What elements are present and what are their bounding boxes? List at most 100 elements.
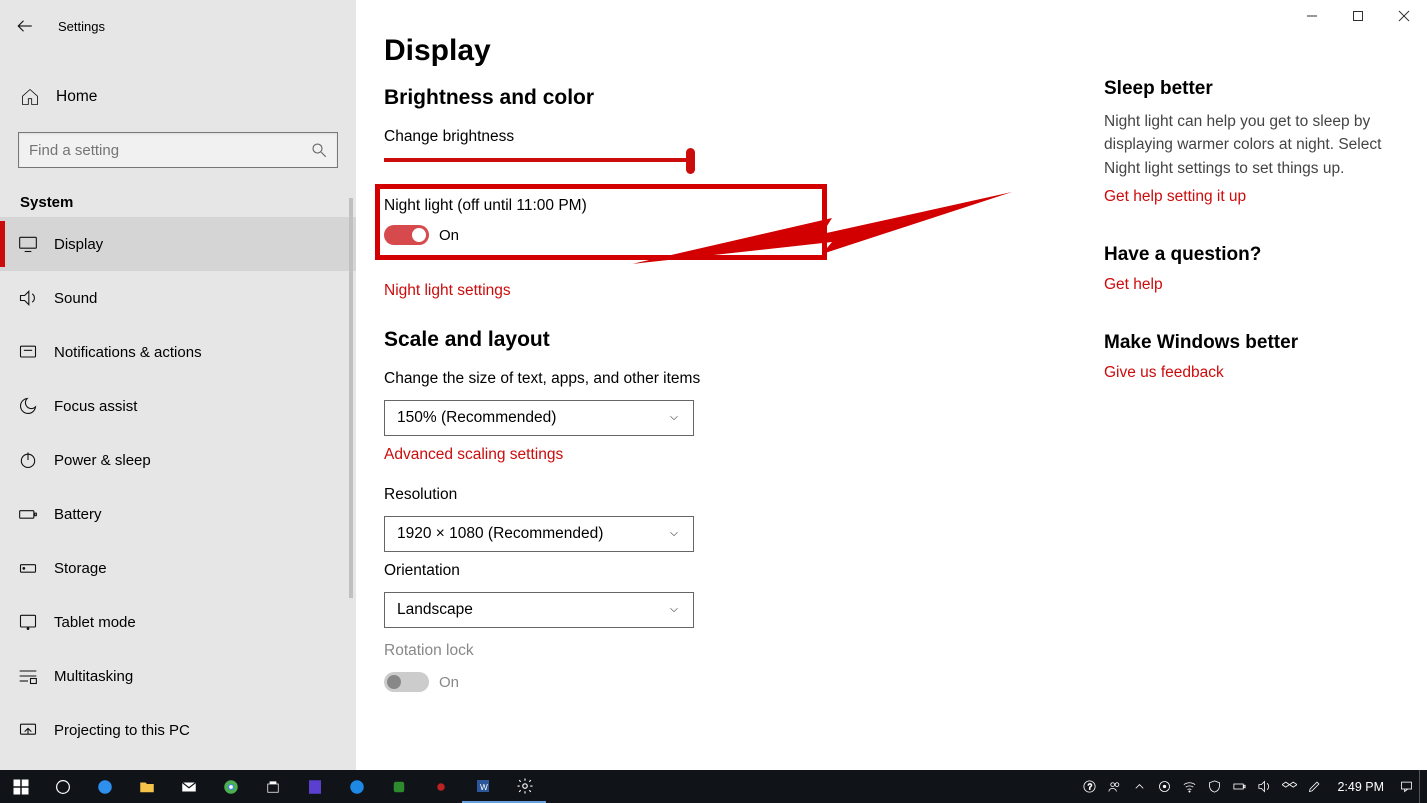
taskbar: W ? 2:49 PM xyxy=(0,770,1427,803)
brightness-label: Change brightness xyxy=(384,128,1104,146)
scale-label: Change the size of text, apps, and other… xyxy=(384,370,1104,388)
scale-dropdown[interactable]: 150% (Recommended) xyxy=(384,400,694,436)
app-title: Settings xyxy=(58,19,105,34)
focus-assist-icon xyxy=(18,396,38,416)
start-button[interactable] xyxy=(0,770,42,803)
close-button[interactable] xyxy=(1381,0,1427,32)
sidebar: Settings Home System Display Sound Notif… xyxy=(0,0,356,770)
sidebar-item-label: Storage xyxy=(54,560,107,577)
sleep-better-title: Sleep better xyxy=(1104,78,1386,100)
resolution-dropdown[interactable]: 1920 × 1080 (Recommended) xyxy=(384,516,694,552)
advanced-scaling-link[interactable]: Advanced scaling settings xyxy=(384,446,1104,464)
tray-help-icon[interactable]: ? xyxy=(1077,770,1102,803)
svg-text:W: W xyxy=(480,782,488,791)
rotation-lock-label: Rotation lock xyxy=(384,642,1104,660)
sidebar-item-storage[interactable]: Storage xyxy=(0,541,356,595)
search-input[interactable] xyxy=(18,132,338,168)
sidebar-item-projecting[interactable]: Projecting to this PC xyxy=(0,703,356,757)
feedback-title: Make Windows better xyxy=(1104,332,1386,354)
night-light-annotation-box: Night light (off until 11:00 PM) On xyxy=(375,184,827,260)
taskbar-edge[interactable] xyxy=(84,770,126,803)
sidebar-item-display[interactable]: Display xyxy=(0,217,356,271)
action-center-icon[interactable] xyxy=(1394,770,1419,803)
sleep-setup-link[interactable]: Get help setting it up xyxy=(1104,188,1386,206)
taskbar-messenger[interactable] xyxy=(336,770,378,803)
sidebar-item-focus[interactable]: Focus assist xyxy=(0,379,356,433)
sidebar-item-label: Tablet mode xyxy=(54,614,136,631)
power-icon xyxy=(18,450,38,470)
taskbar-chrome[interactable] xyxy=(210,770,252,803)
window-controls xyxy=(1289,0,1427,32)
sidebar-item-sound[interactable]: Sound xyxy=(0,271,356,325)
multitasking-icon xyxy=(18,666,38,686)
taskbar-app-2[interactable] xyxy=(378,770,420,803)
scale-value: 150% (Recommended) xyxy=(397,409,556,427)
rotation-lock-state: On xyxy=(439,674,459,691)
back-icon[interactable] xyxy=(16,17,34,35)
storage-icon xyxy=(18,558,38,578)
sidebar-home[interactable]: Home xyxy=(0,70,356,124)
tray-defender-icon[interactable] xyxy=(1202,770,1227,803)
taskbar-store[interactable] xyxy=(252,770,294,803)
sidebar-item-label: Multitasking xyxy=(54,668,133,685)
main-content: Display Brightness and color Change brig… xyxy=(356,0,1427,770)
chevron-down-icon xyxy=(667,603,681,617)
taskbar-settings[interactable] xyxy=(504,770,546,803)
sidebar-item-label: Notifications & actions xyxy=(54,344,202,361)
night-light-label: Night light (off until 11:00 PM) xyxy=(384,197,652,215)
chevron-down-icon xyxy=(667,527,681,541)
tray-volume-icon[interactable] xyxy=(1252,770,1277,803)
taskbar-clock[interactable]: 2:49 PM xyxy=(1327,780,1394,794)
tablet-mode-icon xyxy=(18,612,38,632)
sidebar-item-label: Battery xyxy=(54,506,102,523)
brightness-slider-thumb[interactable] xyxy=(686,148,695,174)
brightness-slider[interactable] xyxy=(384,158,691,162)
orientation-label: Orientation xyxy=(384,562,1104,580)
orientation-dropdown[interactable]: Landscape xyxy=(384,592,694,628)
scale-section-heading: Scale and layout xyxy=(384,328,1104,352)
battery-icon xyxy=(18,504,38,524)
sidebar-scrollbar[interactable] xyxy=(349,198,353,598)
sidebar-item-power[interactable]: Power & sleep xyxy=(0,433,356,487)
display-icon xyxy=(18,234,38,254)
taskbar-file-explorer[interactable] xyxy=(126,770,168,803)
tray-wifi-icon[interactable] xyxy=(1177,770,1202,803)
night-light-settings-link[interactable]: Night light settings xyxy=(384,282,1104,300)
night-light-toggle[interactable] xyxy=(384,225,429,245)
aside-panel: Sleep better Night light can help you ge… xyxy=(1104,34,1414,770)
projecting-icon xyxy=(18,720,38,740)
sidebar-item-battery[interactable]: Battery xyxy=(0,487,356,541)
sidebar-item-notifications[interactable]: Notifications & actions xyxy=(0,325,356,379)
maximize-button[interactable] xyxy=(1335,0,1381,32)
search-icon xyxy=(310,141,328,159)
cortana-button[interactable] xyxy=(42,770,84,803)
taskbar-mail[interactable] xyxy=(168,770,210,803)
minimize-button[interactable] xyxy=(1289,0,1335,32)
resolution-label: Resolution xyxy=(384,486,1104,504)
taskbar-word[interactable]: W xyxy=(462,770,504,803)
sleep-better-body: Night light can help you get to sleep by… xyxy=(1104,110,1386,180)
sidebar-item-multitasking[interactable]: Multitasking xyxy=(0,649,356,703)
show-desktop-button[interactable] xyxy=(1419,770,1427,803)
tray-dropbox-icon[interactable] xyxy=(1277,770,1302,803)
notifications-icon xyxy=(18,342,38,362)
category-title: System xyxy=(0,172,356,217)
question-title: Have a question? xyxy=(1104,244,1386,266)
sound-icon xyxy=(18,288,38,308)
tray-pen-icon[interactable] xyxy=(1302,770,1327,803)
sidebar-item-label: Projecting to this PC xyxy=(54,722,190,739)
tray-location-icon[interactable] xyxy=(1152,770,1177,803)
sidebar-item-tablet[interactable]: Tablet mode xyxy=(0,595,356,649)
tray-chevron-up-icon[interactable] xyxy=(1127,770,1152,803)
svg-text:?: ? xyxy=(1088,783,1093,792)
taskbar-app-1[interactable] xyxy=(294,770,336,803)
sidebar-item-label: Focus assist xyxy=(54,398,137,415)
get-help-link[interactable]: Get help xyxy=(1104,276,1386,294)
tray-people-icon[interactable] xyxy=(1102,770,1127,803)
tray-battery-icon[interactable] xyxy=(1227,770,1252,803)
orientation-value: Landscape xyxy=(397,601,473,619)
sidebar-item-label: Display xyxy=(54,236,103,253)
sidebar-item-label: Sound xyxy=(54,290,97,307)
taskbar-app-3[interactable] xyxy=(420,770,462,803)
feedback-link[interactable]: Give us feedback xyxy=(1104,364,1386,382)
